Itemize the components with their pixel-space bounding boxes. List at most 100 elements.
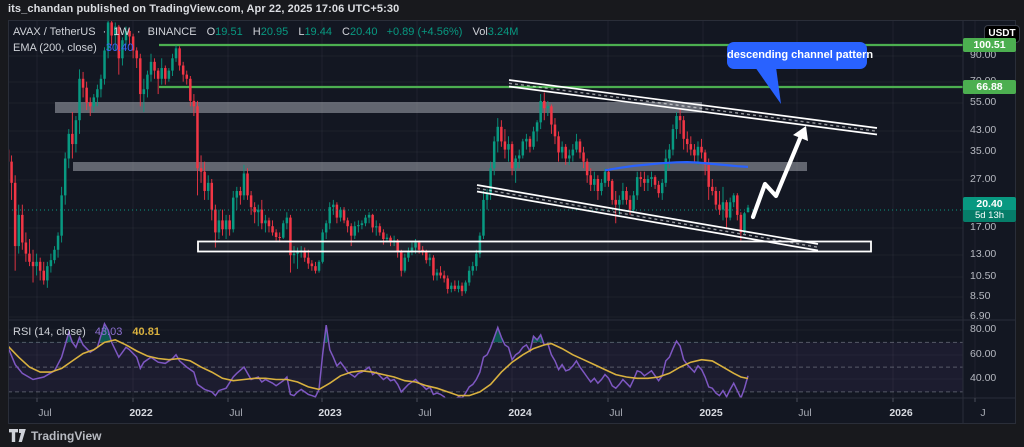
candle-down xyxy=(500,127,503,142)
symbol-legend[interactable]: AVAX / TetherUS · 1W · BINANCE O19.51 H2… xyxy=(13,26,518,38)
candle-up xyxy=(732,195,735,202)
ema-legend[interactable]: EMA (200, close) 30.40 xyxy=(13,42,133,54)
candle-up xyxy=(407,252,410,258)
candle-up xyxy=(464,283,467,292)
candle-up xyxy=(650,177,653,179)
ema-value: 30.40 xyxy=(106,42,134,54)
candle-up xyxy=(357,225,360,226)
candle-up xyxy=(547,106,550,108)
candle-up xyxy=(532,131,535,146)
time-axis-label: 2023 xyxy=(318,407,341,419)
candle-up xyxy=(146,75,149,90)
candle-up xyxy=(339,210,342,218)
candle-up xyxy=(46,266,49,280)
open-label: O xyxy=(207,26,216,38)
time-axis-label: 2025 xyxy=(699,407,722,419)
candle-up xyxy=(475,254,478,267)
candle-down xyxy=(511,144,514,168)
candle-down xyxy=(550,106,553,124)
candle-down xyxy=(28,254,31,262)
candle-up xyxy=(604,172,607,183)
candle-down xyxy=(615,200,618,205)
tradingview-snapshot: its_chandan published on TradingView.com… xyxy=(0,0,1024,447)
candle-down xyxy=(643,179,646,183)
time-axis-label: Jul xyxy=(798,407,811,419)
candle-down xyxy=(443,275,446,278)
candle-down xyxy=(71,134,74,144)
candle-down xyxy=(607,172,610,181)
candle-down xyxy=(268,220,271,226)
candle-down xyxy=(557,136,560,152)
candle-up xyxy=(293,254,296,256)
candle-up xyxy=(518,155,521,158)
candle-down xyxy=(153,62,156,71)
rsi-axis[interactable]: 80.0060.0040.00 xyxy=(963,322,1024,398)
candle-up xyxy=(636,177,639,195)
candle-down xyxy=(686,139,689,144)
candle-up xyxy=(729,202,732,217)
candle-up xyxy=(632,195,635,209)
candle-up xyxy=(17,215,20,246)
candle-down xyxy=(214,210,217,233)
candle-up xyxy=(661,183,664,193)
candle-down xyxy=(157,71,160,79)
candle-down xyxy=(25,242,28,253)
close-label: C xyxy=(342,26,350,38)
support-box[interactable] xyxy=(198,242,871,252)
candle-up xyxy=(53,250,56,260)
candle-up xyxy=(75,120,78,144)
candle-down xyxy=(14,183,17,246)
time-axis-label: J xyxy=(980,407,985,419)
candle-up xyxy=(160,68,163,79)
candle-up xyxy=(325,223,328,232)
candle-down xyxy=(597,179,600,191)
time-axis-label: 2024 xyxy=(508,407,531,419)
candle-up xyxy=(514,158,517,168)
candle-down xyxy=(278,237,281,238)
candle-down xyxy=(43,271,46,281)
callout-bubble[interactable]: descending channel pattern xyxy=(727,42,867,69)
rsi-legend[interactable]: RSI (14, close) 43.03 40.81 xyxy=(13,326,160,338)
candle-down xyxy=(307,258,310,264)
chart-canvas[interactable] xyxy=(0,0,1024,447)
time-axis-label: Jul xyxy=(609,407,622,419)
candle-down xyxy=(82,79,85,88)
rsi-axis-label: 60.00 xyxy=(970,348,996,360)
current-price-value: 20.40 xyxy=(963,197,1016,210)
candle-up xyxy=(64,158,66,195)
candle-up xyxy=(743,213,746,232)
candle-down xyxy=(454,286,457,289)
candle-up xyxy=(78,79,81,120)
candle-down xyxy=(182,66,185,75)
candle-down xyxy=(439,273,442,276)
tradingview-logo-icon xyxy=(9,429,26,443)
candle-down xyxy=(700,147,703,153)
candle-down xyxy=(203,172,206,191)
candle-up xyxy=(493,141,496,168)
candle-up xyxy=(457,286,460,289)
rsi-ma-value: 40.81 xyxy=(132,326,160,338)
candle-down xyxy=(261,210,264,224)
candle-up xyxy=(561,147,564,153)
volume-value: 3.24M xyxy=(488,26,519,38)
candle-down xyxy=(529,139,532,147)
candle-up xyxy=(236,191,239,198)
rsi-value: 43.03 xyxy=(95,326,123,338)
candle-up xyxy=(361,223,364,225)
candle-down xyxy=(693,150,696,156)
candle-down xyxy=(432,258,435,276)
candle-down xyxy=(579,141,582,152)
rsi-axis-label: 40.00 xyxy=(970,372,996,384)
candle-up xyxy=(150,62,153,75)
tradingview-watermark[interactable]: TradingView xyxy=(9,429,101,443)
candle-down xyxy=(85,88,88,103)
candle-up xyxy=(675,116,678,129)
time-axis[interactable]: Jul2022Jul2023Jul2024Jul2025Jul2026J xyxy=(8,407,963,424)
candle-up xyxy=(482,200,485,236)
candle-down xyxy=(189,79,192,101)
candle-up xyxy=(697,147,700,156)
candle-up xyxy=(318,262,321,271)
candle-up xyxy=(96,89,99,97)
candle-down xyxy=(32,262,35,266)
candle-down xyxy=(89,103,92,107)
